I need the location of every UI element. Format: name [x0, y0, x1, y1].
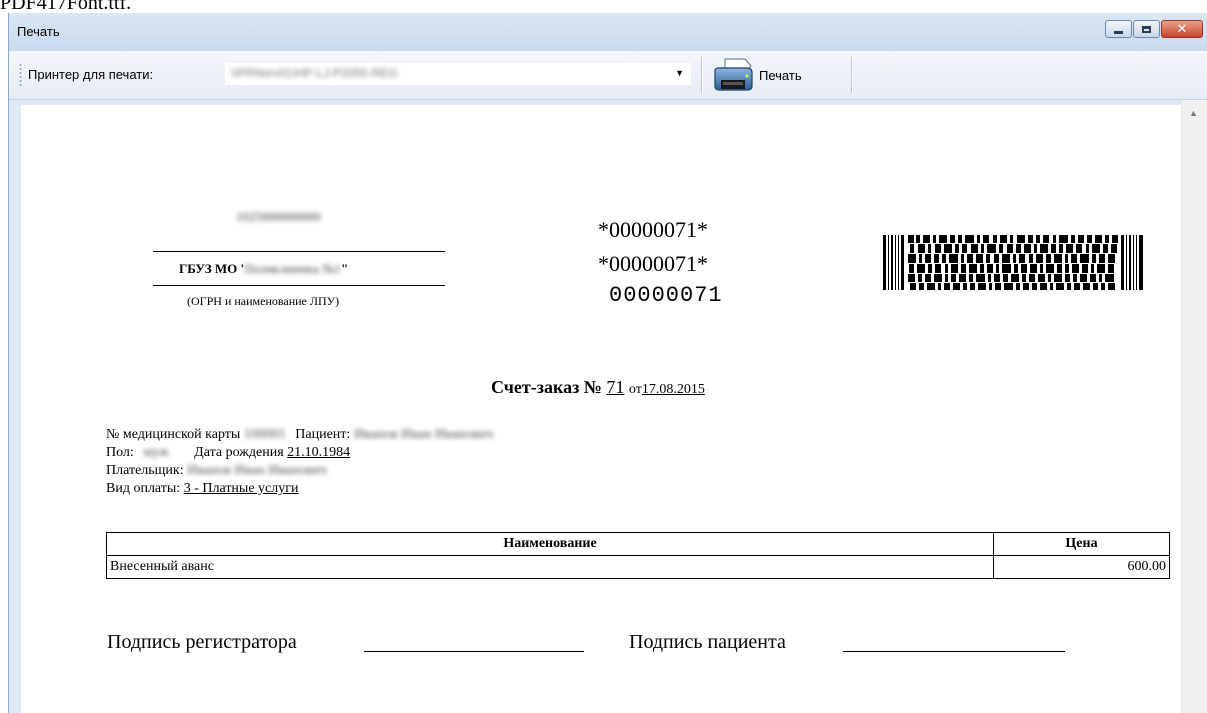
org-suffix: " [341, 261, 349, 276]
chevron-down-icon[interactable]: ▼ [675, 68, 684, 78]
card-value: 100001 [243, 427, 286, 442]
table-header-row: Наименование Цена [106, 532, 1170, 556]
printer-icon [714, 58, 753, 91]
close-icon: ✕ [1176, 21, 1188, 37]
minimize-icon [1114, 30, 1123, 34]
organization-name: ГБУЗ МО 'Поликлиника №1" [179, 261, 348, 277]
vertical-scrollbar[interactable]: ▲ [1181, 100, 1207, 713]
invoice-title: Счет-заказ № 71 от17.08.2015 [491, 377, 705, 398]
payer-label: Плательщик: [106, 463, 184, 478]
invoice-number: 71 [606, 377, 625, 397]
table-cell-price: 600.00 [993, 555, 1170, 579]
patient-value: Иванов Иван Иванович [353, 427, 494, 442]
window-controls: ✕ [1104, 20, 1203, 38]
print-button-label: Печать [759, 67, 802, 83]
payment-value: 3 - Платные услуги [183, 481, 299, 496]
divider-line [153, 251, 445, 252]
ogrn-caption: (ОГРН и наименование ЛПУ) [187, 294, 340, 308]
pdf417-barcode [883, 235, 1143, 290]
registrar-signature-line [364, 651, 584, 652]
window-title: Печать [17, 24, 60, 39]
maximize-icon [1142, 25, 1151, 33]
divider-line [153, 285, 445, 286]
ogrn-value: 1025000000000 [236, 209, 321, 224]
invoice-date: 17.08.2015 [641, 382, 705, 397]
toolbar: Принтер для печати: \\PRNsrv01\HP-LJ-P20… [9, 51, 1207, 100]
scroll-up-icon[interactable]: ▲ [1189, 108, 1198, 118]
column-header-price: Цена [993, 532, 1170, 556]
barcode-number: 00000071 [609, 283, 723, 308]
payer-row: Плательщик: Иванов Иван Иванович [106, 463, 327, 479]
org-prefix: ГБУЗ МО ' [179, 261, 245, 276]
toolbar-separator [701, 57, 702, 93]
print-button[interactable]: Печать [711, 56, 847, 94]
sex-value: муж [143, 445, 169, 460]
printer-value: \\PRNsrv01\HP-LJ-P2055-REG [231, 66, 398, 80]
title-bar[interactable]: Печать ✕ [9, 13, 1207, 51]
payer-value: Иванов Иван Иванович [187, 463, 327, 478]
toolbar-grip[interactable] [19, 63, 22, 87]
maximize-button[interactable] [1133, 20, 1160, 38]
registrar-signature-label: Подпись регистратора [107, 631, 297, 653]
invoice-from: от [628, 382, 642, 397]
patient-label: Пациент: [295, 427, 351, 442]
barcode-text-1: *00000071* [598, 217, 708, 242]
patient-signature-line [843, 651, 1065, 652]
dob-label: Дата рождения [194, 445, 284, 460]
dob-value: 21.10.1984 [287, 445, 351, 460]
column-header-name: Наименование [106, 532, 994, 556]
close-button[interactable]: ✕ [1161, 20, 1203, 38]
sex-row: Пол: муж Дата рождения 21.10.1984 [106, 445, 350, 461]
invoice-document: 1025000000000 ГБУЗ МО 'Поликлиника №1" (… [21, 105, 1181, 713]
barcode-text-2: *00000071* [598, 251, 708, 276]
printer-select[interactable]: \\PRNsrv01\HP-LJ-P2055-REG ▼ [225, 63, 691, 85]
org-name: Поликлиника №1 [244, 261, 342, 276]
printer-label: Принтер для печати: [28, 67, 154, 82]
print-window: Печать ✕ Принтер для печати: \\PRNsrv01\… [8, 13, 1207, 713]
card-label: № медицинской карты [106, 427, 241, 442]
document-preview[interactable]: 1025000000000 ГБУЗ МО 'Поликлиника №1" (… [21, 105, 1181, 713]
minimize-button[interactable] [1105, 20, 1132, 38]
table-cell-name: Внесенный аванс [106, 555, 994, 579]
card-row: № медицинской карты 100001 Пациент: Иван… [106, 427, 493, 443]
payment-row: Вид оплаты: 3 - Платные услуги [106, 481, 298, 497]
services-table: Наименование Цена Внесенный аванс 600.00 [106, 532, 1170, 579]
sex-label: Пол: [106, 445, 134, 460]
payment-label: Вид оплаты: [106, 481, 181, 496]
toolbar-separator-2 [851, 57, 852, 93]
invoice-title-label: Счет-заказ № [491, 377, 602, 397]
patient-signature-label: Подпись пациента [629, 631, 786, 653]
table-row: Внесенный аванс 600.00 [106, 555, 1170, 579]
